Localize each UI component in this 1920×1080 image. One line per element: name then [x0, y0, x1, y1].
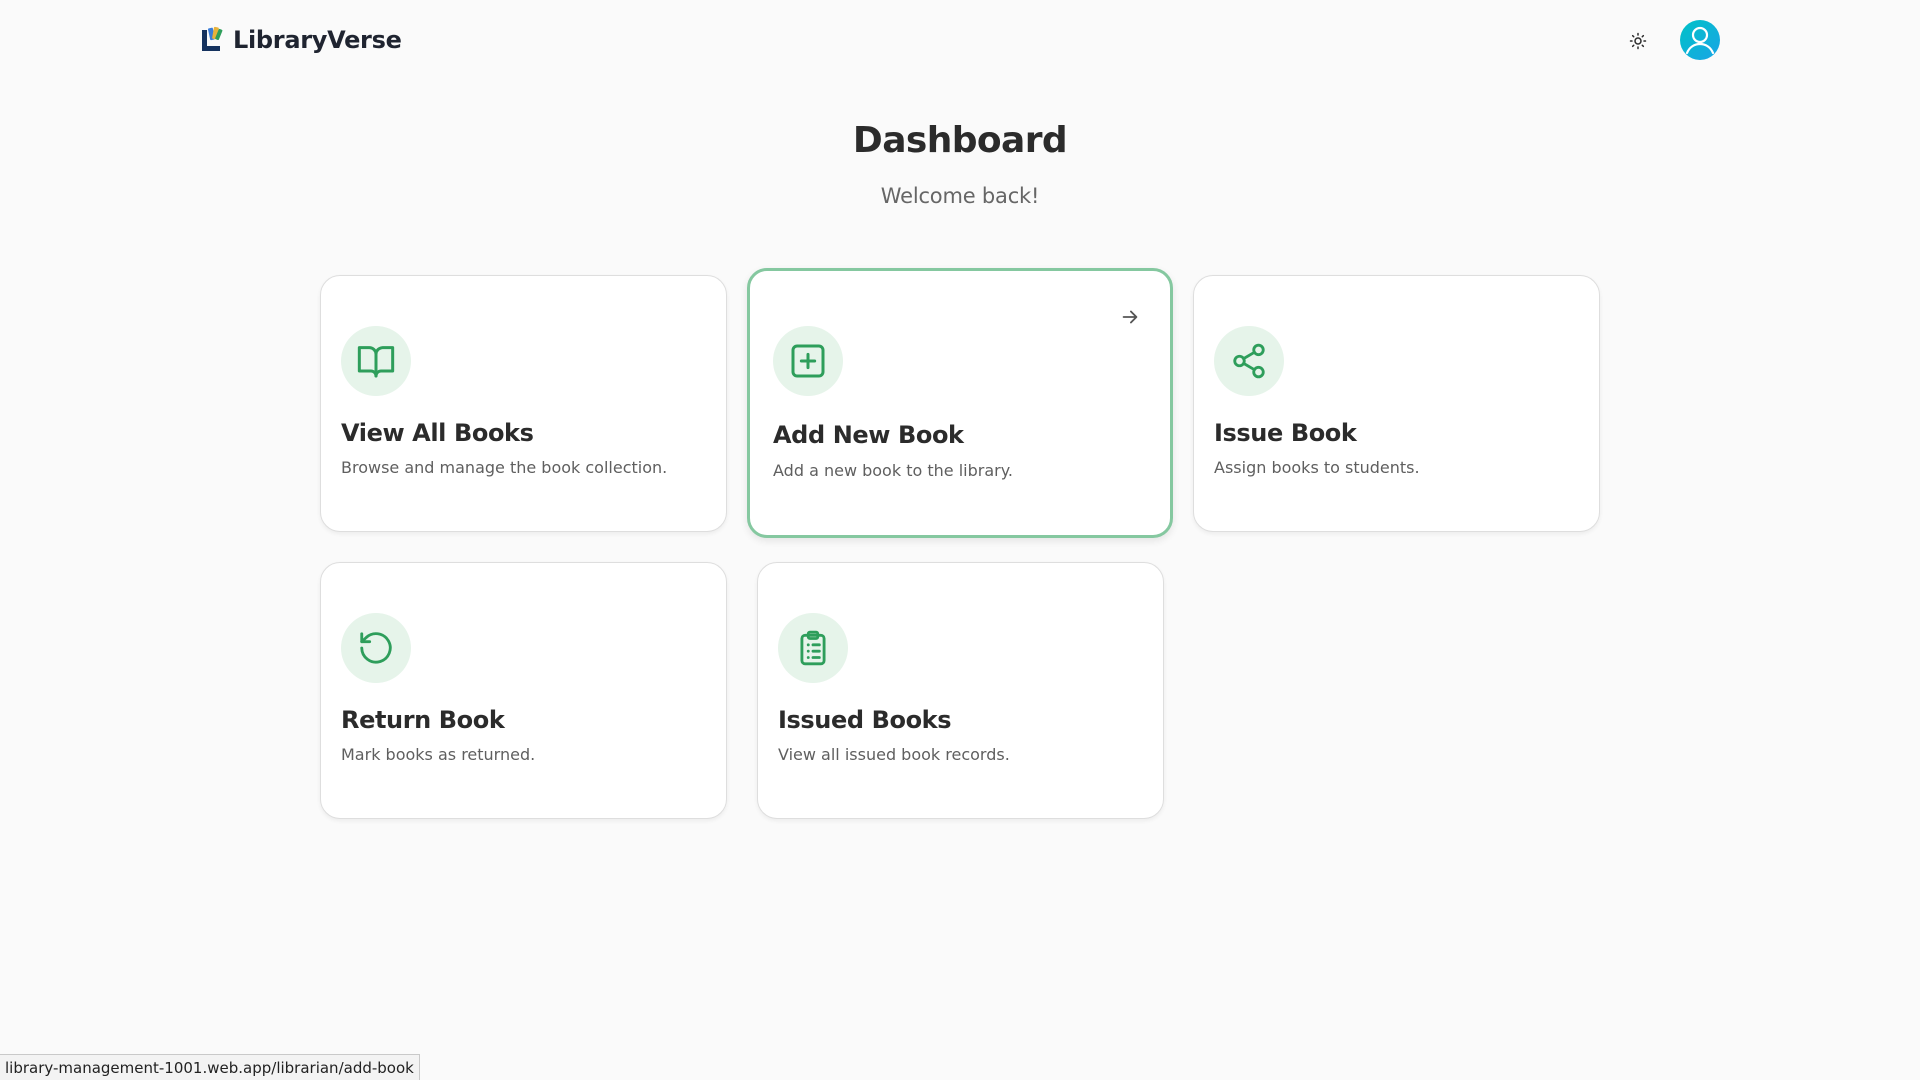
theme-toggle-button[interactable] — [1621, 24, 1655, 58]
library-logo-icon — [202, 26, 223, 51]
card-icon-wrapper — [778, 613, 848, 683]
page-subtitle: Welcome back! — [880, 184, 1040, 208]
card-title: View All Books — [341, 419, 534, 447]
card-description: Assign books to students. — [1214, 458, 1420, 477]
card-description: Add a new book to the library. — [773, 461, 1013, 480]
clipboard-list-icon — [800, 630, 826, 666]
card-title: Issued Books — [778, 706, 952, 734]
card-description: Mark books as returned. — [341, 745, 536, 764]
card-description: View all issued book records. — [778, 745, 1010, 764]
issued-books-card[interactable]: Issued Books View all issued book record… — [757, 562, 1164, 819]
page: LibraryVerse Dashboard Welcome back! Vie… — [0, 0, 1920, 1080]
card-title: Add New Book — [773, 421, 964, 449]
issue-book-card[interactable]: Issue Book Assign books to students. — [1193, 275, 1600, 532]
page-title: Dashboard — [852, 120, 1068, 161]
card-icon-wrapper — [341, 326, 411, 396]
user-avatar-icon — [1685, 26, 1715, 55]
card-icon-wrapper — [773, 326, 843, 396]
brand-link[interactable]: LibraryVerse — [200, 24, 402, 56]
return-book-card[interactable]: Return Book Mark books as returned. — [320, 562, 727, 819]
user-avatar-button[interactable] — [1680, 20, 1720, 60]
add-new-book-card[interactable]: Add New Book Add a new book to the libra… — [747, 268, 1173, 538]
card-title: Issue Book — [1214, 419, 1357, 447]
brand-name: LibraryVerse — [233, 26, 402, 54]
top-header: LibraryVerse — [0, 0, 1920, 80]
card-description: Browse and manage the book collection. — [341, 458, 668, 477]
sun-icon — [1629, 32, 1647, 50]
open-book-icon — [357, 346, 395, 378]
card-title: Return Book — [341, 706, 505, 734]
link-preview-status-bar: library-management-1001.web.app/libraria… — [0, 1054, 420, 1080]
arrow-right-icon — [1118, 305, 1142, 329]
plus-square-icon — [791, 344, 825, 378]
rotate-ccw-icon — [360, 632, 392, 664]
card-icon-wrapper — [1214, 326, 1284, 396]
view-all-books-card[interactable]: View All Books Browse and manage the boo… — [320, 275, 727, 532]
share-icon — [1233, 343, 1265, 379]
card-icon-wrapper — [341, 613, 411, 683]
